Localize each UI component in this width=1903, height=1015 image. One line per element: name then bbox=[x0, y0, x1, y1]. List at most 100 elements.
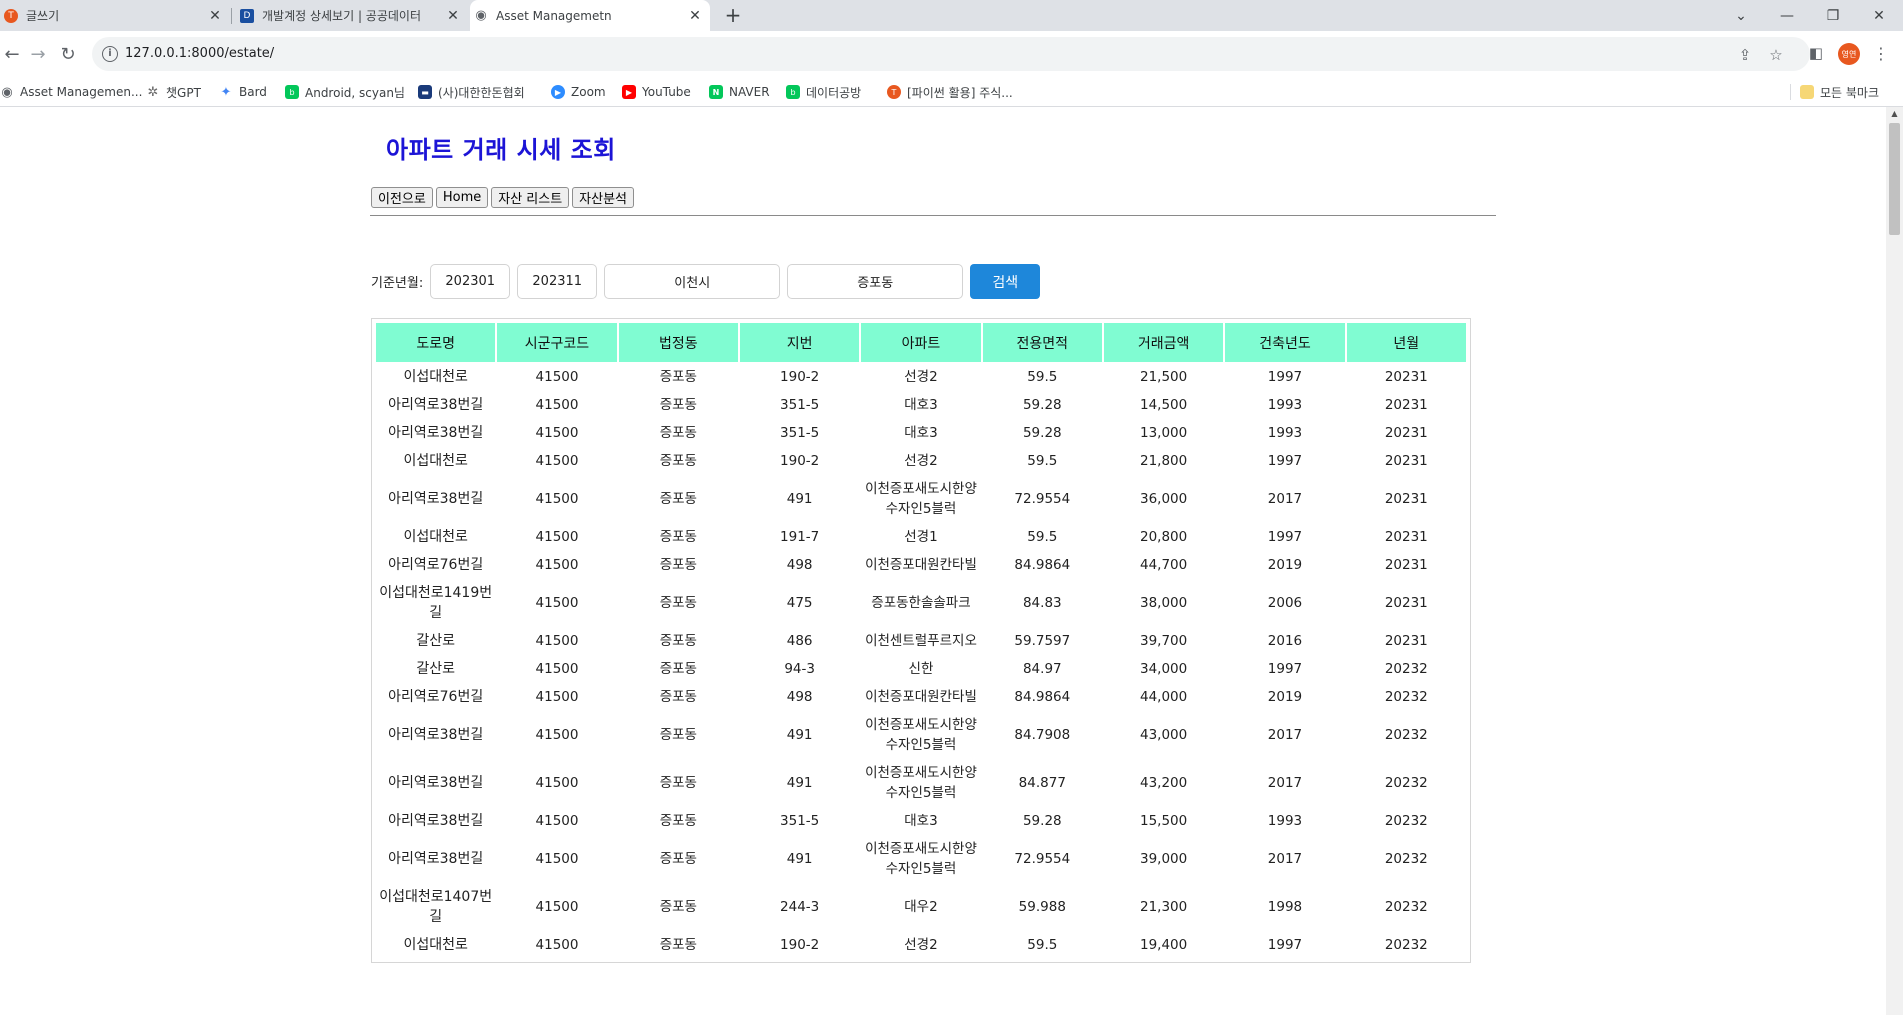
search-button[interactable]: 검색 bbox=[970, 264, 1041, 299]
tab-close-icon[interactable]: ✕ bbox=[206, 8, 224, 24]
table-cell: 증포동 bbox=[659, 557, 697, 573]
all-bookmarks-folder[interactable]: 모든 북마크 bbox=[1800, 83, 1879, 101]
table-cell: 이천증포새도시한양수자인5블럭 bbox=[865, 717, 977, 753]
table-cell: 이섭대천로1407번길 bbox=[379, 889, 493, 925]
table-cell: 증포동 bbox=[659, 595, 697, 611]
forward-arrow-icon[interactable]: → bbox=[26, 42, 50, 66]
bookmark-item[interactable]: ✲ 챗GPT bbox=[146, 83, 201, 101]
table-cell: 1997 bbox=[1267, 369, 1303, 385]
table-cell: 1993 bbox=[1267, 813, 1303, 829]
blog-icon: b bbox=[786, 85, 800, 99]
table-cell: 20232 bbox=[1384, 813, 1428, 829]
home-button[interactable]: Home bbox=[435, 187, 489, 208]
address-bar[interactable]: i 127.0.0.1:8000/estate/ ⇪ ☆ bbox=[92, 37, 1810, 71]
tab-close-icon[interactable]: ✕ bbox=[444, 8, 462, 24]
table-cell: 1997 bbox=[1267, 453, 1303, 469]
table-cell: 이섭대천로 bbox=[403, 937, 468, 953]
table-cell: 이천증포새도시한양수자인5블럭 bbox=[865, 841, 977, 877]
share-icon[interactable]: ⇪ bbox=[1735, 45, 1755, 65]
table-cell: 1997 bbox=[1267, 937, 1303, 953]
table-cell: 아리역로38번길 bbox=[388, 727, 484, 743]
table-row: 아리역로38번길 41500 증포동 351-5 대호3 59.28 14,500 1993 2… bbox=[376, 392, 1466, 418]
restore-button[interactable]: ❐ bbox=[1810, 0, 1856, 31]
table-cell: 59.28 bbox=[1022, 425, 1062, 441]
column-header: 전용면적 bbox=[982, 323, 1102, 362]
bookmark-item[interactable]: ▶ Zoom bbox=[551, 83, 606, 101]
scroll-up-arrow-icon[interactable]: ▲ bbox=[1886, 109, 1903, 119]
table-cell: 59.28 bbox=[1022, 813, 1062, 829]
table-row: 아리역로76번길 41500 증포동 498 이천증포대원칸타빌 84.9864 44,70… bbox=[376, 552, 1466, 578]
table-cell: 20232 bbox=[1384, 899, 1428, 915]
close-window-button[interactable]: ✕ bbox=[1856, 0, 1902, 31]
back-arrow-icon[interactable]: ← bbox=[0, 42, 24, 66]
table-cell: 59.988 bbox=[1018, 899, 1066, 915]
table-cell: 244-3 bbox=[780, 899, 820, 915]
table-cell: 1997 bbox=[1267, 661, 1303, 677]
tab-strip: T 글쓰기 ✕ D 개발계정 상세보기 | 공공데이터 ✕ ◉ Asset Ma… bbox=[0, 0, 1903, 31]
asset-analysis-button[interactable]: 자산분석 bbox=[572, 187, 635, 208]
bookmark-item[interactable]: b Android, scyan님 bbox=[285, 83, 405, 101]
bookmark-item[interactable]: N NAVER bbox=[709, 83, 770, 101]
bookmark-star-icon[interactable]: ☆ bbox=[1766, 45, 1786, 65]
bookmark-item[interactable]: ◉ Asset Managemen... bbox=[0, 83, 142, 101]
tab-2-active[interactable]: ◉ Asset Managemetn ✕ bbox=[470, 0, 710, 31]
end-month-input[interactable] bbox=[517, 264, 598, 299]
table-cell: 84.9864 bbox=[1014, 557, 1071, 573]
bookmark-item[interactable]: ✦ Bard bbox=[219, 83, 267, 101]
table-header-row: 도로명 시군구코드 법정동 지번 아파트 전용면적 거래금액 건축년도 년월 bbox=[376, 323, 1466, 362]
table-body: 이섭대천로 41500 증포동 190-2 선경2 59.5 21,500 1997 20231… bbox=[376, 364, 1466, 958]
table-cell: 498 bbox=[786, 689, 813, 705]
table-cell: 증포동 bbox=[659, 899, 697, 915]
table-cell: 351-5 bbox=[780, 425, 820, 441]
table-cell: 아리역로38번길 bbox=[388, 813, 484, 829]
bookmark-item[interactable]: T [파이썬 활용] 주식... bbox=[887, 83, 1013, 101]
table-cell: 2019 bbox=[1267, 557, 1303, 573]
table-cell: 59.5 bbox=[1027, 937, 1058, 953]
table-cell: 84.7908 bbox=[1014, 727, 1071, 743]
url-text[interactable]: 127.0.0.1:8000/estate/ bbox=[125, 46, 274, 61]
profile-avatar[interactable]: 영연 bbox=[1838, 43, 1860, 65]
bookmark-label: 챗GPT bbox=[166, 85, 201, 100]
table-cell: 20231 bbox=[1384, 453, 1428, 469]
tab-close-icon[interactable]: ✕ bbox=[686, 8, 704, 24]
bookmark-item[interactable]: b 데이터공방 bbox=[786, 83, 861, 101]
table-cell: 증포동 bbox=[659, 775, 697, 791]
asset-list-button[interactable]: 자산 리스트 bbox=[491, 187, 570, 208]
column-header: 법정동 bbox=[618, 323, 738, 362]
table-cell: 이섭대천로1419번길 bbox=[379, 585, 493, 621]
table-cell: 20232 bbox=[1384, 851, 1428, 867]
table-cell: 38,000 bbox=[1140, 595, 1188, 611]
table-cell: 84.83 bbox=[1022, 595, 1062, 611]
bookmark-item[interactable]: ▬ (사)대한한돈협회 bbox=[418, 83, 525, 101]
city-input[interactable] bbox=[604, 264, 781, 299]
tab-0[interactable]: T 글쓰기 ✕ bbox=[0, 0, 230, 31]
page-scrollbar[interactable]: ▲ bbox=[1886, 107, 1903, 1015]
menu-kebab-icon[interactable]: ⋮ bbox=[1873, 43, 1889, 65]
bookmark-item[interactable]: ▶ YouTube bbox=[622, 83, 691, 101]
new-tab-button[interactable]: + bbox=[722, 4, 744, 26]
table-cell: 20231 bbox=[1384, 397, 1428, 413]
site-info-icon[interactable]: i bbox=[102, 46, 118, 62]
side-panel-icon[interactable]: ◧ bbox=[1806, 43, 1826, 63]
start-month-input[interactable] bbox=[430, 264, 511, 299]
table-cell: 72.9554 bbox=[1014, 491, 1071, 507]
dong-input[interactable] bbox=[787, 264, 964, 299]
table-cell: 13,000 bbox=[1140, 425, 1188, 441]
tab-favicon-icon: D bbox=[240, 8, 254, 23]
back-button[interactable]: 이전으로 bbox=[371, 187, 433, 208]
tistory-icon: T bbox=[887, 85, 901, 99]
tab-search-chevron-icon[interactable]: ⌄ bbox=[1718, 0, 1764, 31]
table-cell: 491 bbox=[786, 491, 813, 507]
table-cell: 59.5 bbox=[1027, 453, 1058, 469]
table-row: 이섭대천로1419번길 41500 증포동 475 증포동한솔솔파크 84.83 38,00… bbox=[376, 580, 1466, 626]
minimize-button[interactable]: — bbox=[1764, 0, 1810, 31]
column-header: 시군구코드 bbox=[497, 323, 617, 362]
table-cell: 대우2 bbox=[904, 899, 938, 915]
tab-1[interactable]: D 개발계정 상세보기 | 공공데이터 ✕ bbox=[236, 0, 468, 31]
reload-icon[interactable]: ↻ bbox=[56, 42, 80, 66]
table-cell: 59.28 bbox=[1022, 397, 1062, 413]
table-row: 아리역로38번길 41500 증포동 351-5 대호3 59.28 15,500 1993 2… bbox=[376, 808, 1466, 834]
chatgpt-icon: ✲ bbox=[146, 84, 160, 100]
scroll-thumb[interactable] bbox=[1889, 123, 1900, 235]
page-title: 아파트 거래 시세 조회 bbox=[386, 136, 616, 164]
